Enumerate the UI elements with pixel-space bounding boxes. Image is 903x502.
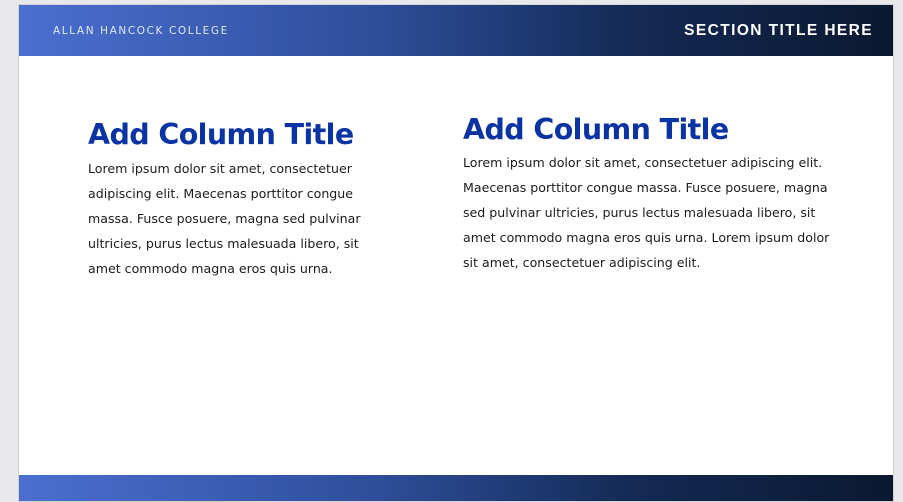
column-title[interactable]: Add Column Title [463,113,833,147]
slide: ALLAN HANCOCK COLLEGE SECTION TITLE HERE… [18,4,894,502]
footer-bar [19,475,893,501]
header-bar: ALLAN HANCOCK COLLEGE SECTION TITLE HERE [19,5,893,56]
column-title[interactable]: Add Column Title [88,118,388,152]
college-name: ALLAN HANCOCK COLLEGE [53,25,229,37]
column-body-text[interactable]: Lorem ipsum dolor sit amet, consectetuer… [463,150,833,275]
column-right: Add Column Title Lorem ipsum dolor sit a… [463,113,833,275]
column-body-text[interactable]: Lorem ipsum dolor sit amet, consectetuer… [88,156,388,281]
section-title: SECTION TITLE HERE [684,22,873,39]
column-left: Add Column Title Lorem ipsum dolor sit a… [88,118,388,281]
